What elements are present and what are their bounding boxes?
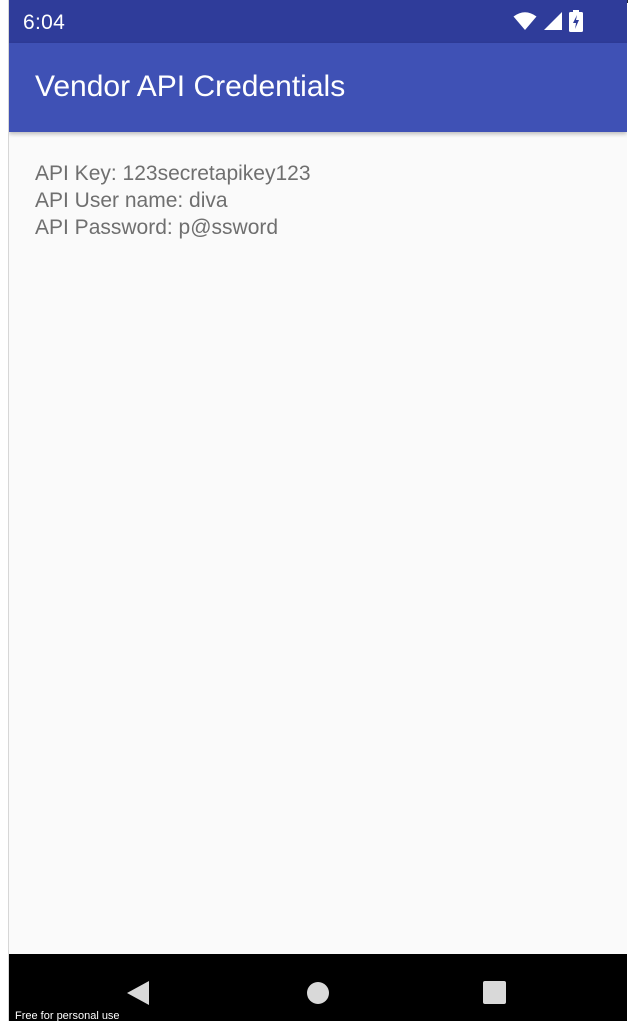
api-key-text: API Key: 123secretapikey123 [35, 162, 311, 185]
api-user-text: API User name: diva [35, 189, 228, 212]
cell-signal-icon [543, 11, 563, 36]
navigation-bar: Free for personal use [9, 954, 627, 1021]
credentials-panel: API Key: 123secretapikey123 API User nam… [35, 160, 311, 241]
page-title: Vendor API Credentials [35, 70, 346, 103]
app-bar: Vendor API Credentials [9, 43, 627, 132]
status-time: 6:04 [23, 11, 66, 34]
home-icon[interactable] [307, 982, 329, 1004]
status-bar: 6:04 [9, 0, 627, 43]
back-icon[interactable] [127, 981, 149, 1005]
watermark-text: Free for personal use [15, 1010, 120, 1021]
battery-charging-icon [569, 9, 583, 37]
status-icons [513, 9, 583, 37]
window-left-edge [0, 0, 9, 1021]
phone-screen: 6:04 Vendor API Credentials API Key: 123… [9, 0, 627, 1021]
api-password-text: API Password: p@ssword [35, 216, 279, 239]
wifi-icon [513, 11, 537, 36]
recents-icon[interactable] [483, 981, 506, 1004]
